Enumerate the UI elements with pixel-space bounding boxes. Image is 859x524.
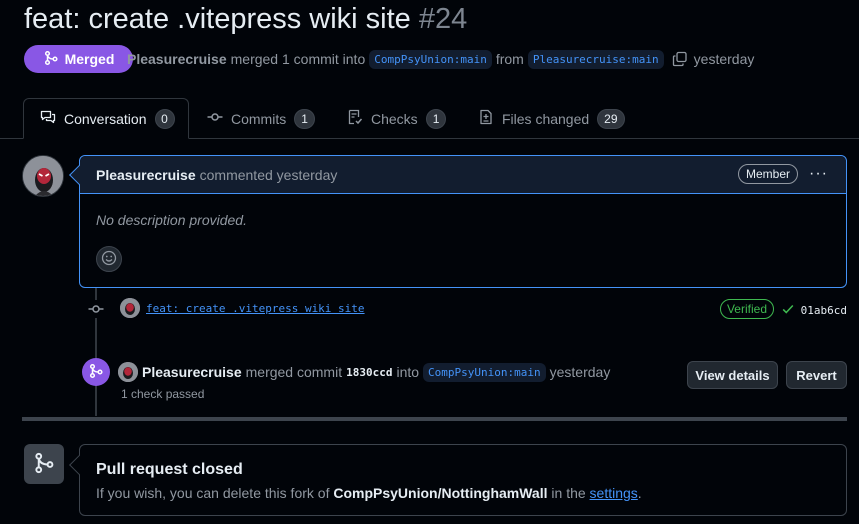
view-details-button[interactable]: View details: [687, 361, 778, 389]
commit-message-link[interactable]: feat: create .vitepress wiki site: [146, 302, 365, 315]
closed-title: Pull request closed: [96, 461, 243, 478]
git-commit-icon: [207, 109, 223, 128]
comment-author[interactable]: Pleasurecruise: [96, 167, 196, 183]
commit-sha: 01ab6cd: [781, 302, 847, 319]
comment-body: No description provided.: [96, 212, 247, 228]
comment-discussion-icon: [40, 109, 56, 128]
member-badge: Member: [737, 164, 798, 184]
commit-avatar[interactable]: [120, 298, 140, 318]
tab-label: Commits: [231, 110, 287, 127]
smiley-icon: [101, 250, 117, 269]
timeline-end-divider: [22, 417, 847, 421]
add-reaction-button[interactable]: [96, 246, 122, 272]
pr-title-row: feat: create .vitepress wiki site #24: [24, 2, 467, 36]
closed-text-before: If you wish, you can delete this fork of: [96, 485, 330, 501]
settings-link[interactable]: settings: [590, 485, 638, 501]
tab-commits[interactable]: Commits 1: [191, 98, 331, 139]
author-link[interactable]: Pleasurecruise: [127, 51, 227, 67]
pr-meta: Pleasurecruise merged 1 commit into Comp…: [127, 47, 754, 71]
pr-title: feat: create .vitepress wiki site: [24, 3, 411, 35]
git-merge-icon: [32, 451, 56, 478]
commit-row: feat: create .vitepress wiki site: [120, 296, 365, 320]
tab-label: Checks: [371, 110, 418, 127]
tab-conversation[interactable]: Conversation 0: [23, 98, 189, 139]
merge-author[interactable]: Pleasurecruise: [142, 364, 242, 380]
merged-text: merged 1 commit into: [230, 51, 366, 67]
comment-card: Pleasurecruise commented yesterday Membe…: [69, 155, 847, 288]
repo-name: CompPsyUnion/NottinghamWall: [333, 485, 548, 501]
revert-button[interactable]: Revert: [786, 361, 847, 389]
merge-event-line: Pleasurecruise merged commit 1830ccd int…: [118, 362, 610, 382]
git-merge-icon: [88, 363, 104, 382]
pr-time: yesterday: [693, 51, 755, 67]
closed-text: If you wish, you can delete this fork of…: [96, 485, 642, 501]
closed-state-icon: [24, 444, 64, 484]
pr-number: #24: [418, 3, 468, 35]
merge-time: yesterday: [549, 364, 611, 380]
tab-counter: 29: [597, 108, 625, 129]
checklist-icon: [347, 109, 363, 128]
checks-passed-text[interactable]: 1 check passed: [121, 387, 204, 401]
tab-files-changed[interactable]: Files changed 29: [462, 98, 641, 139]
merge-branch[interactable]: CompPsyUnion:main: [423, 362, 546, 382]
kebab-menu-icon[interactable]: ···: [809, 165, 828, 183]
merge-avatar[interactable]: [118, 362, 138, 382]
base-branch[interactable]: CompPsyUnion:main: [369, 49, 492, 69]
check-icon: [781, 302, 795, 319]
tab-label: Conversation: [64, 110, 147, 127]
tab-counter: 1: [294, 108, 315, 129]
verified-badge[interactable]: Verified: [719, 299, 774, 319]
head-branch[interactable]: Pleasurecruise:main: [527, 49, 664, 69]
from-text: from: [495, 51, 524, 67]
merge-event-badge: [82, 358, 110, 386]
tab-checks[interactable]: Checks 1: [331, 98, 462, 139]
pr-closed-card: Pull request closed If you wish, you can…: [69, 444, 847, 516]
merged-state-badge: Merged: [24, 45, 133, 73]
git-merge-icon: [43, 50, 59, 69]
tab-counter: 0: [154, 108, 175, 129]
comment-action: commented yesterday: [199, 166, 338, 183]
state-label: Merged: [64, 51, 115, 67]
closed-text-end: .: [637, 485, 642, 501]
closed-text-mid: in the: [551, 485, 586, 501]
merge-sha[interactable]: 1830ccd: [346, 366, 392, 379]
tab-label: Files changed: [502, 110, 590, 127]
tab-counter: 1: [425, 108, 447, 129]
copy-icon[interactable]: [672, 51, 688, 67]
file-diff-icon: [478, 109, 494, 128]
avatar[interactable]: [22, 155, 64, 197]
commit-sha-link[interactable]: 01ab6cd: [801, 304, 847, 317]
git-commit-icon: [87, 300, 105, 318]
comment-header: Pleasurecruise commented yesterday: [80, 156, 846, 194]
closed-caret: [69, 455, 89, 475]
merge-action: merged commit: [245, 364, 343, 380]
merge-into: into: [396, 364, 420, 380]
